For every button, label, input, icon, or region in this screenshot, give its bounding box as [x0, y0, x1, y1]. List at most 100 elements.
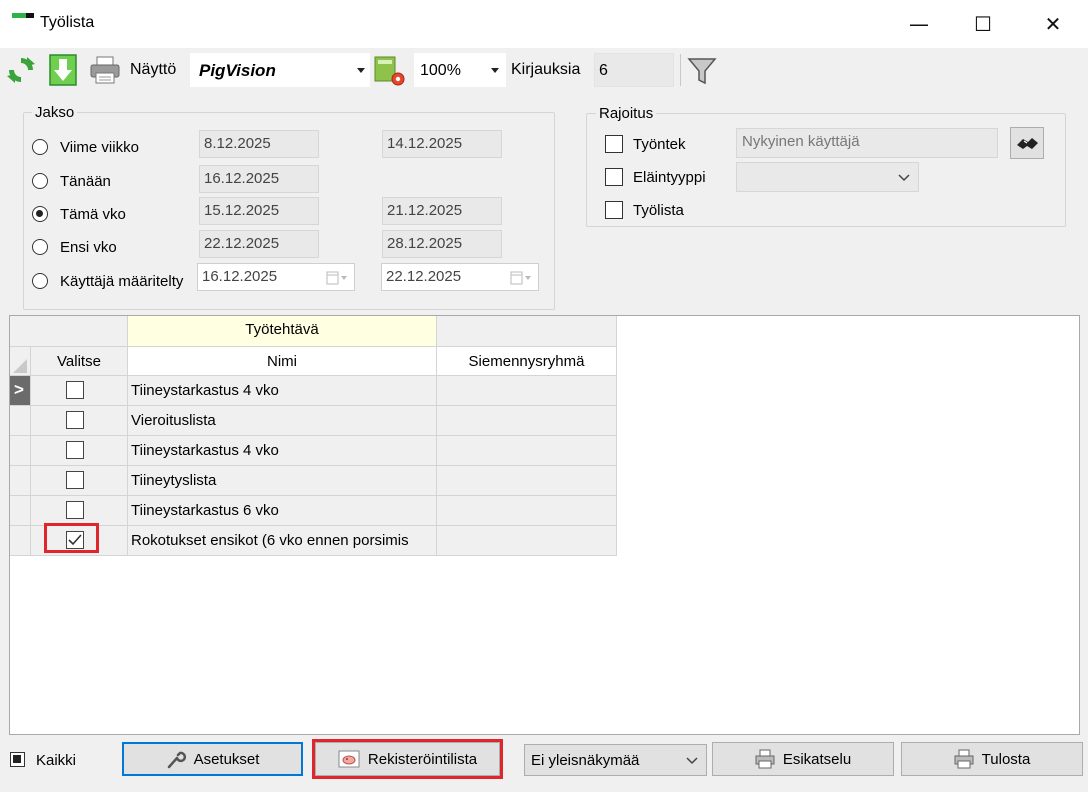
this-week-to: 21.12.2025: [382, 197, 502, 225]
wrench-icon: [167, 751, 186, 769]
records-value: 6: [599, 62, 608, 79]
group-cell[interactable]: [437, 436, 617, 466]
row-select-checkbox[interactable]: [66, 381, 84, 399]
radio-today-label: Tänään: [60, 173, 111, 190]
display-select[interactable]: PigVision: [190, 53, 370, 87]
column-header-group[interactable]: Siemennysryhmä: [437, 347, 617, 376]
row-header[interactable]: [10, 466, 31, 496]
all-checkbox[interactable]: [10, 752, 25, 767]
limit-group-title: Rajoitus: [596, 105, 657, 122]
radio-last-week[interactable]: [32, 139, 48, 155]
custom-from-value: 16.12.2025: [202, 268, 278, 285]
task-name-cell[interactable]: Tiineytyslista: [128, 466, 437, 496]
radio-next-week[interactable]: [32, 239, 48, 255]
row-header-corner: [10, 347, 31, 376]
task-name-cell[interactable]: Tiineystarkastus 6 vko: [128, 496, 437, 526]
radio-custom[interactable]: [32, 273, 48, 289]
row-select-checkbox[interactable]: [66, 501, 84, 519]
preview-button[interactable]: Esikatselu: [712, 742, 894, 776]
animal-type-select[interactable]: [736, 162, 919, 192]
radio-custom-label: Käyttäjä määritelty: [60, 273, 184, 290]
radio-last-week-label: Viime viikko: [60, 139, 139, 156]
layout-settings-icon[interactable]: [373, 53, 407, 87]
select-cell: [31, 466, 128, 496]
row-header[interactable]: [10, 526, 31, 556]
printer-icon: [755, 749, 775, 769]
next-week-to: 28.12.2025: [382, 230, 502, 258]
task-name-cell[interactable]: Tiineystarkastus 4 vko: [128, 436, 437, 466]
row-select-checkbox[interactable]: [66, 411, 84, 429]
custom-to-picker[interactable]: 22.12.2025: [381, 263, 539, 291]
title-bar: Työlista — ☐ ✕: [0, 0, 1088, 49]
close-button[interactable]: ✕: [1022, 0, 1084, 48]
column-header-select[interactable]: Valitse: [31, 347, 128, 376]
download-icon[interactable]: [48, 53, 78, 87]
highlight-checked-row: [44, 523, 99, 553]
group-cell[interactable]: [437, 406, 617, 436]
view-select[interactable]: Ei yleisnäkymää: [524, 744, 707, 776]
printer-icon: [954, 749, 974, 769]
worklist-checkbox[interactable]: [605, 201, 623, 219]
print-label: Tulosta: [981, 750, 1031, 768]
group-cell[interactable]: [437, 376, 617, 406]
radio-this-week[interactable]: [32, 206, 48, 222]
printer-icon[interactable]: [89, 55, 121, 85]
select-cell: [31, 496, 128, 526]
last-week-from: 8.12.2025: [199, 130, 319, 158]
task-name-cell[interactable]: Vieroituslista: [128, 406, 437, 436]
row-select-checkbox[interactable]: [66, 471, 84, 489]
animal-type-label: Eläintyyppi: [633, 169, 706, 186]
records-count: 6: [594, 53, 674, 87]
settings-button[interactable]: Asetukset: [122, 742, 303, 776]
display-label: Näyttö: [130, 61, 177, 78]
refresh-icon[interactable]: [5, 54, 37, 86]
radio-next-week-label: Ensi vko: [60, 239, 117, 256]
current-row-marker: >: [14, 380, 24, 399]
worker-label: Työntek: [633, 136, 686, 153]
chevron-down-icon: [491, 68, 499, 73]
maximize-button[interactable]: ☐: [952, 0, 1014, 48]
worker-checkbox[interactable]: [605, 135, 623, 153]
row-header[interactable]: [10, 496, 31, 526]
group-header-task: Työtehtävä: [128, 316, 437, 347]
display-select-value: PigVision: [199, 61, 276, 80]
row-header[interactable]: >: [10, 376, 31, 406]
worklist-label: Työlista: [633, 202, 684, 219]
select-all-corner-icon[interactable]: [10, 347, 31, 376]
window-title: Työlista: [40, 14, 95, 31]
print-button[interactable]: Tulosta: [901, 742, 1083, 776]
select-cell: [31, 436, 128, 466]
group-cell[interactable]: [437, 526, 617, 556]
worklist-grid: Työtehtävä Valitse Nimi Siemennysryhmä >…: [9, 315, 1080, 735]
task-name-cell[interactable]: Tiineystarkastus 4 vko: [128, 376, 437, 406]
radio-today[interactable]: [32, 173, 48, 189]
records-label: Kirjauksia: [511, 61, 581, 78]
task-name-cell[interactable]: Rokotukset ensikot (6 vko ennen porsimis: [128, 526, 437, 556]
calendar-icon[interactable]: [510, 270, 532, 286]
custom-from-picker[interactable]: 16.12.2025: [197, 263, 355, 291]
next-week-from: 22.12.2025: [199, 230, 319, 258]
row-select-checkbox[interactable]: [66, 441, 84, 459]
row-header[interactable]: [10, 406, 31, 436]
app-icon: [12, 13, 34, 23]
chevron-down-icon: [357, 68, 365, 73]
chevron-down-icon: [686, 757, 698, 765]
group-cell[interactable]: [437, 466, 617, 496]
toolbar: Näyttö PigVision 100% Kirjauksia 6: [0, 48, 1088, 94]
group-header-empty: [437, 316, 617, 347]
select-cell: [31, 376, 128, 406]
group-cell[interactable]: [437, 496, 617, 526]
filter-icon[interactable]: [687, 56, 717, 86]
zoom-value: 100%: [420, 62, 461, 79]
animal-type-checkbox[interactable]: [605, 168, 623, 186]
calendar-icon[interactable]: [326, 270, 348, 286]
zoom-select[interactable]: 100%: [414, 53, 506, 87]
minimize-button[interactable]: —: [888, 0, 950, 48]
this-week-from: 15.12.2025: [199, 197, 319, 225]
radio-this-week-label: Tämä vko: [60, 206, 126, 223]
select-user-button[interactable]: [1010, 127, 1044, 159]
column-header-name[interactable]: Nimi: [128, 347, 437, 376]
row-header[interactable]: [10, 436, 31, 466]
highlight-registration-button: [312, 739, 503, 779]
period-group-title: Jakso: [32, 104, 78, 121]
